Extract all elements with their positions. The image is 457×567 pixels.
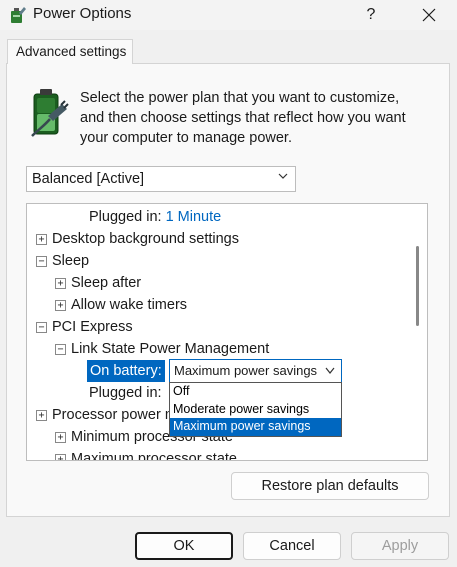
close-icon: [422, 8, 436, 22]
tree-row-plugged-in-2[interactable]: Plugged in:: [89, 382, 162, 404]
close-button[interactable]: [406, 0, 452, 30]
plus-box-icon[interactable]: +: [36, 410, 47, 421]
plugged-in-label: Plugged in:: [89, 209, 162, 225]
tree-item-desktop-background[interactable]: Desktop background settings: [52, 228, 239, 250]
tree-item-pci-express[interactable]: PCI Express: [52, 316, 133, 338]
scrollbar-thumb[interactable]: [416, 246, 419, 326]
minus-box-icon[interactable]: −: [36, 322, 47, 333]
power-options-icon: [11, 7, 26, 23]
chevron-down-icon: [277, 170, 289, 185]
plugged-in-value[interactable]: 1 Minute: [166, 209, 222, 225]
intro-text: Select the power plan that you want to c…: [80, 90, 406, 146]
minus-box-icon[interactable]: −: [36, 256, 47, 267]
cancel-button[interactable]: Cancel: [243, 532, 341, 560]
dropdown-option-moderate[interactable]: Moderate power savings: [170, 401, 341, 419]
plus-box-icon[interactable]: +: [55, 278, 66, 289]
power-plan-select[interactable]: Balanced [Active]: [26, 166, 296, 192]
title-bar: Power Options ?: [0, 0, 457, 30]
on-battery-label[interactable]: On battery:: [87, 360, 165, 382]
on-battery-select[interactable]: Maximum power savings: [169, 359, 342, 383]
plus-box-icon[interactable]: +: [55, 432, 66, 443]
tree-item-allow-wake-timers[interactable]: Allow wake timers: [71, 294, 187, 316]
tree-item-processor-power[interactable]: Processor power m: [52, 404, 177, 426]
power-plan-value: Balanced [Active]: [32, 171, 145, 187]
plus-box-icon[interactable]: +: [36, 234, 47, 245]
on-battery-value: Maximum power savings: [174, 363, 318, 378]
tree-scrollbar[interactable]: [407, 204, 427, 460]
tree-row-plugged-in[interactable]: Plugged in: 1 Minute: [89, 206, 221, 228]
settings-tree[interactable]: Plugged in: 1 Minute + Desktop backgroun…: [26, 203, 428, 461]
restore-plan-defaults-button[interactable]: Restore plan defaults: [231, 472, 429, 500]
battery-plug-icon: [31, 89, 69, 137]
help-button[interactable]: ?: [348, 0, 394, 30]
tree-item-max-processor[interactable]: Maximum processor state: [71, 448, 237, 460]
dropdown-option-maximum[interactable]: Maximum power savings: [170, 418, 341, 436]
tree-item-sleep-after[interactable]: Sleep after: [71, 272, 141, 294]
plus-box-icon[interactable]: +: [55, 454, 66, 460]
plus-box-icon[interactable]: +: [55, 300, 66, 311]
ok-button[interactable]: OK: [135, 532, 233, 560]
on-battery-dropdown-list[interactable]: Off Moderate power savings Maximum power…: [169, 382, 342, 437]
tab-advanced-settings[interactable]: Advanced settings: [7, 39, 133, 64]
dropdown-option-off[interactable]: Off: [170, 383, 341, 401]
tree-item-link-state[interactable]: Link State Power Management: [71, 338, 269, 360]
tree-item-sleep[interactable]: Sleep: [52, 250, 89, 272]
minus-box-icon[interactable]: −: [55, 344, 66, 355]
apply-button[interactable]: Apply: [351, 532, 449, 560]
window-title: Power Options: [33, 5, 132, 22]
